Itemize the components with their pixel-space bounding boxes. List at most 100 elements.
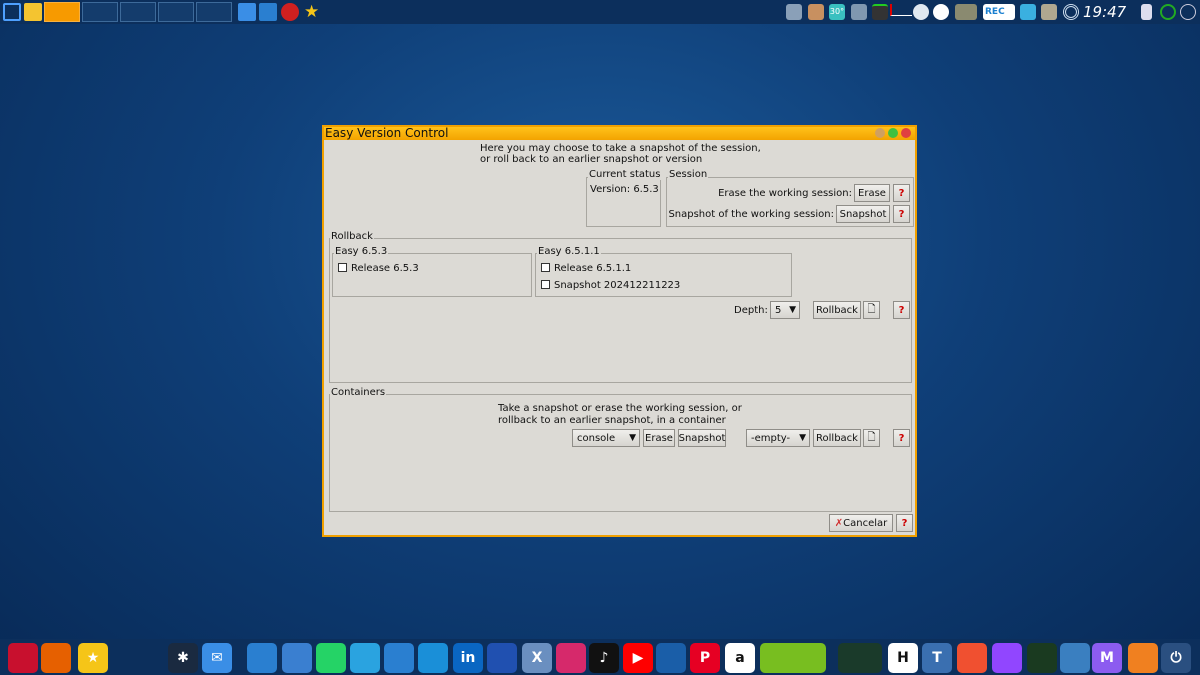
lock-icon[interactable] <box>1141 4 1152 20</box>
release-6511-checkbox[interactable]: Release 6.5.1.1 <box>541 263 631 274</box>
snapshot-checkbox[interactable]: Snapshot 202412211223 <box>541 280 680 291</box>
workspace-1[interactable] <box>44 2 80 22</box>
chevron-down-icon: ▼ <box>629 433 636 443</box>
container-erase-button[interactable]: Erase <box>643 429 675 447</box>
power-icon[interactable] <box>1160 4 1176 20</box>
instagram-icon[interactable] <box>556 643 586 673</box>
a-icon[interactable] <box>933 4 949 20</box>
git-icon[interactable] <box>957 643 987 673</box>
tiktok-icon[interactable]: ♪ <box>589 643 619 673</box>
container-snapshot-value: -empty- <box>751 432 791 444</box>
erase-session-button[interactable]: Erase <box>854 184 890 202</box>
session-legend: Session <box>668 169 709 180</box>
snapshot-help-button[interactable]: ? <box>893 205 910 223</box>
screen-icon[interactable] <box>1020 4 1036 20</box>
firefox-icon[interactable] <box>41 643 71 673</box>
container-snapshot-select[interactable]: -empty- ▼ <box>746 429 810 447</box>
battery-icon[interactable] <box>872 4 888 20</box>
snapshot-label: Snapshot 202412211223 <box>554 280 681 291</box>
rollback-log-button[interactable]: 🗋 <box>863 301 880 319</box>
lock-screen-icon[interactable] <box>24 3 42 21</box>
chevron-down-icon: ▼ <box>799 433 806 443</box>
depth-label: Depth: <box>734 305 768 316</box>
weather-icon[interactable]: 30° <box>829 4 845 20</box>
star-icon[interactable]: ★ <box>304 3 322 21</box>
notes-icon[interactable] <box>1041 4 1057 20</box>
rollback-help-button[interactable]: ? <box>893 301 910 319</box>
batman-icon[interactable] <box>838 643 882 673</box>
network-icon[interactable] <box>851 4 867 20</box>
favorites-star-icon[interactable]: ★ <box>78 643 108 673</box>
h-icon[interactable]: H <box>888 643 918 673</box>
hub-icon[interactable]: ✱ <box>168 643 198 673</box>
signal-icon[interactable] <box>890 4 912 16</box>
group-easy-653-legend: Easy 6.5.3 <box>334 246 389 257</box>
easy-version-control-window: Easy Version Control Here you may choose… <box>322 125 917 537</box>
telegram-icon[interactable] <box>350 643 380 673</box>
release-653-checkbox[interactable]: Release 6.5.3 <box>338 263 419 274</box>
pinterest-icon[interactable]: P <box>690 643 720 673</box>
power-icon[interactable]: ⏻ <box>1161 643 1191 673</box>
cancel-help-button[interactable]: ? <box>896 514 913 532</box>
container-rollback-button[interactable]: Rollback <box>813 429 861 447</box>
photo-icon[interactable] <box>955 4 977 20</box>
erase-label: Erase the working session: <box>718 188 852 199</box>
maps-icon[interactable] <box>656 643 686 673</box>
mastodon-icon[interactable]: M <box>1092 643 1122 673</box>
title-bar[interactable]: Easy Version Control <box>324 127 915 140</box>
amazon-icon[interactable]: a <box>725 643 755 673</box>
maximize-button[interactable] <box>888 128 898 138</box>
workspace-2[interactable] <box>82 2 118 22</box>
container-snapshot-button[interactable]: Snapshot <box>678 429 726 447</box>
snapshot-session-button[interactable]: Snapshot <box>836 205 890 223</box>
mail-icon[interactable]: ✉ <box>202 643 232 673</box>
workspace-4[interactable] <box>158 2 194 22</box>
volume-icon[interactable] <box>786 4 802 20</box>
workspace-5[interactable] <box>196 2 232 22</box>
version-text: Version: 6.5.3 <box>590 184 659 195</box>
container-log-button[interactable]: 🗋 <box>863 429 880 447</box>
clock[interactable]: 19:47 <box>1083 3 1126 21</box>
twitch-icon[interactable] <box>992 643 1022 673</box>
containers-text-2: rollback to an earlier snapshot, in a co… <box>498 415 726 426</box>
download-icon[interactable] <box>281 3 299 21</box>
files-icon[interactable] <box>247 643 277 673</box>
linkedin-icon[interactable]: in <box>453 643 483 673</box>
rec-icon[interactable]: REC <box>983 4 1015 20</box>
whatsapp-icon[interactable] <box>316 643 346 673</box>
feed-icon[interactable] <box>282 643 312 673</box>
x-icon[interactable]: X <box>522 643 552 673</box>
close-button[interactable] <box>901 128 911 138</box>
globe-icon[interactable] <box>913 4 929 20</box>
depth-select[interactable]: 5 ▼ <box>770 301 800 319</box>
youtube-icon[interactable]: ▶ <box>623 643 653 673</box>
minimize-button[interactable] <box>875 128 885 138</box>
menu-icon[interactable] <box>3 3 21 21</box>
t-icon[interactable]: T <box>922 643 952 673</box>
screen-icon[interactable] <box>1060 643 1090 673</box>
containers-text-1: Take a snapshot or erase the working ses… <box>498 403 742 414</box>
location-icon[interactable] <box>1128 643 1158 673</box>
chatgpt-icon[interactable] <box>384 643 414 673</box>
bank-icon[interactable] <box>418 643 448 673</box>
current-status-legend: Current status <box>588 169 662 180</box>
home-icon[interactable] <box>259 3 277 21</box>
containers-help-button[interactable]: ? <box>893 429 910 447</box>
container-select[interactable]: console ▼ <box>572 429 640 447</box>
uk-flag-icon[interactable] <box>8 643 38 673</box>
release-653-label: Release 6.5.3 <box>351 263 419 274</box>
snapshot-label: Snapshot of the working session: <box>668 209 834 220</box>
rollback-legend: Rollback <box>330 231 374 242</box>
document-icon: 🗋 <box>867 303 876 315</box>
leroy-merlin-icon[interactable] <box>760 643 826 673</box>
network-graph-icon[interactable] <box>1027 643 1057 673</box>
rollback-button[interactable]: Rollback <box>813 301 861 319</box>
night-icon[interactable] <box>1180 4 1196 20</box>
user-icon[interactable] <box>808 4 824 20</box>
finder-icon[interactable] <box>238 3 256 21</box>
erase-help-button[interactable]: ? <box>893 184 910 202</box>
target-icon[interactable] <box>1063 4 1079 20</box>
app-icon[interactable] <box>487 643 517 673</box>
workspace-3[interactable] <box>120 2 156 22</box>
cancel-button[interactable]: ✗ Cancelar <box>829 514 893 532</box>
